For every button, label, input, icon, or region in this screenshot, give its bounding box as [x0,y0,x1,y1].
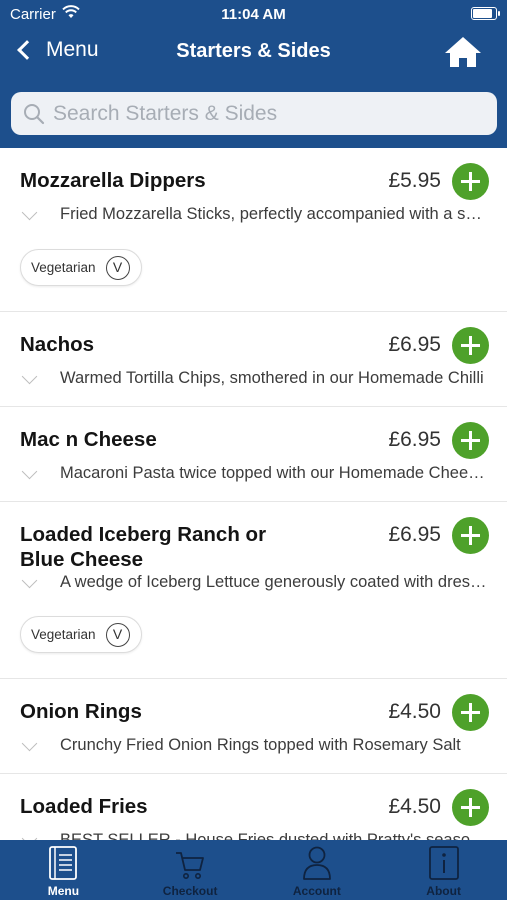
header: Carrier 11:04 AM Menu Starters & Sides [0,0,507,148]
item-price: £4.50 [388,795,441,818]
add-to-basket-button[interactable] [452,694,489,731]
tab-checkout[interactable]: Checkout [127,840,254,900]
menu-item[interactable]: Nachos £6.95 Warmed Tortilla Chips, smot… [0,312,507,407]
item-description: Fried Mozzarella Sticks, perfectly accom… [60,205,490,223]
tab-account[interactable]: Account [254,840,381,900]
tab-label: About [426,884,461,898]
add-to-basket-button[interactable] [452,422,489,459]
clock: 11:04 AM [221,6,286,23]
battery-icon [471,7,500,20]
tab-label: Menu [47,884,80,898]
item-description: Warmed Tortilla Chips, smothered in our … [60,369,484,387]
item-description: Macaroni Pasta twice topped with our Hom… [60,464,490,482]
dietary-badge: Vegetarian V [20,249,142,286]
item-name: Mozzarella Dippers [20,169,206,192]
cart-icon [176,852,205,879]
menu-item[interactable]: Onion Rings £4.50 Crunchy Fried Onion Ri… [0,679,507,774]
search-icon [24,103,45,124]
item-price: £6.95 [388,428,441,451]
chevron-down-icon[interactable] [20,374,40,386]
item-description: Crunchy Fried Onion Rings topped with Ro… [60,736,461,754]
tab-label: Account [292,884,341,898]
add-to-basket-button[interactable] [452,517,489,554]
chevron-down-icon[interactable] [20,469,40,481]
menu-item[interactable]: Mac n Cheese £6.95 Macaroni Pasta twice … [0,407,507,502]
person-icon [302,846,331,880]
add-to-basket-button[interactable] [452,327,489,364]
item-name: Mac n Cheese [20,428,157,451]
dietary-badge-label: Vegetarian [31,260,96,275]
chevron-down-icon[interactable] [20,210,40,222]
back-label: Menu [46,38,99,61]
menu-item-list[interactable]: Mozzarella Dippers £5.95 Fried Mozzarell… [0,148,507,840]
item-price: £4.50 [388,700,441,723]
item-name: Loaded Iceberg Ranch or Blue Cheese [20,523,267,571]
tab-about[interactable]: About [380,840,507,900]
item-price: £6.95 [388,523,441,546]
tab-menu[interactable]: Menu [0,840,127,900]
item-price: £5.95 [388,169,441,192]
menu-book-icon [49,846,78,880]
item-description: A wedge of Iceberg Lettuce generously co… [60,573,490,591]
back-button[interactable]: Menu [14,38,99,62]
add-to-basket-button[interactable] [452,163,489,200]
search-input[interactable] [53,101,473,126]
vegetarian-icon: V [105,255,130,280]
tab-label: Checkout [162,884,218,898]
menu-item[interactable]: Mozzarella Dippers £5.95 Fried Mozzarell… [0,148,507,312]
chevron-down-icon[interactable] [20,741,40,753]
chevron-left-icon [17,40,37,60]
chevron-down-icon[interactable] [20,578,40,590]
status-bar: Carrier 11:04 AM [0,0,507,28]
item-name: Nachos [20,333,95,356]
dietary-badge: Vegetarian V [20,616,142,653]
item-description: BEST SELLER - House Fries dusted with Pr… [60,831,490,840]
add-to-basket-button[interactable] [452,789,489,826]
menu-item[interactable]: Loaded Iceberg Ranch or Blue Cheese £6.9… [0,502,507,679]
tab-bar: Menu Checkout Account About [0,840,507,900]
home-icon[interactable] [443,35,483,69]
dietary-badge-label: Vegetarian [31,627,96,642]
item-name: Loaded Fries [20,795,148,818]
item-price: £6.95 [388,333,441,356]
item-name: Onion Rings [20,700,142,723]
menu-item[interactable]: Loaded Fries £4.50 BEST SELLER - House F… [0,774,507,840]
vegetarian-icon: V [105,622,130,647]
nav-bar: Menu Starters & Sides [0,30,507,76]
info-icon [428,846,459,880]
search-bar[interactable] [11,92,497,135]
